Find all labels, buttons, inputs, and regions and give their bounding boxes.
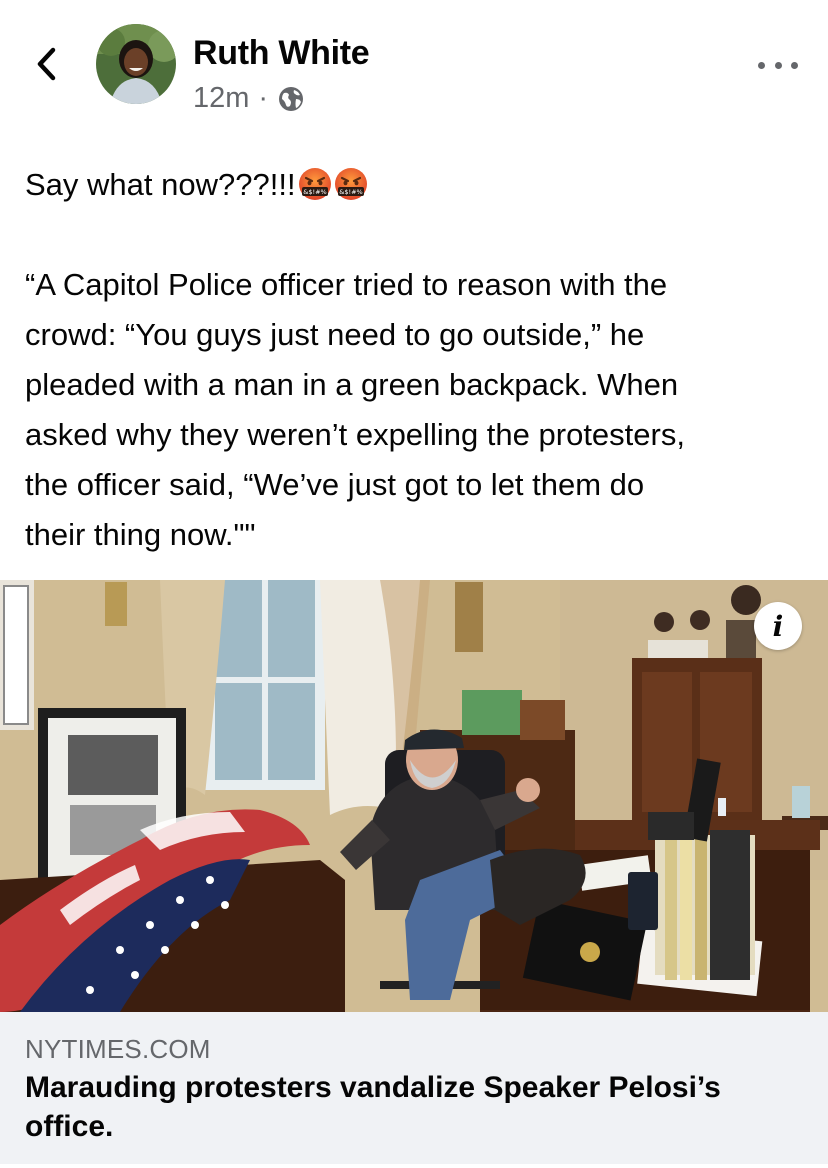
post-line: Say what now???!!! &$!#% &$!#%	[25, 160, 805, 210]
svg-text:&$!#%: &$!#%	[303, 188, 326, 196]
meta-separator: ·	[258, 82, 269, 114]
more-options-button[interactable]	[758, 50, 798, 80]
link-domain: NYTIMES.COM	[25, 1034, 211, 1064]
author-name[interactable]: Ruth White	[193, 34, 370, 73]
post-line: asked why they weren’t expelling the pro…	[25, 417, 685, 452]
post-line: their thing now.""	[25, 517, 256, 552]
post-line: “A Capitol Police officer tried to reaso…	[25, 267, 668, 302]
info-icon: i	[772, 609, 784, 643]
post-line: the officer said, “We’ve just got to let…	[25, 467, 645, 502]
timestamp[interactable]: 12m	[193, 82, 249, 115]
angry-emoji-icon: &$!#%	[334, 166, 368, 200]
back-button[interactable]	[26, 40, 66, 88]
chevron-left-icon	[37, 47, 56, 81]
svg-text:&$!#%: &$!#%	[339, 188, 362, 196]
more-horizontal-icon	[758, 61, 765, 69]
post-header: Ruth White 12m ·	[0, 0, 828, 130]
post-meta: 12m ·	[193, 82, 305, 115]
post-text: Say what now???!!! &$!#% &$!#% “A Capitol …	[25, 160, 805, 560]
globe-icon	[277, 85, 305, 113]
link-meta[interactable]: NYTIMES.COM Marauding protesters vandali…	[0, 1012, 828, 1164]
link-title[interactable]: Marauding protesters vandalize Speaker P…	[25, 1068, 805, 1146]
link-preview-card[interactable]: i NYTIMES.COM Marauding protesters vanda…	[0, 580, 828, 1164]
angry-emoji-icon: &$!#%	[298, 166, 332, 200]
post-line: crowd: “You guys just need to go outside…	[25, 317, 645, 352]
avatar[interactable]	[96, 24, 176, 104]
post-line: pleaded with a man in a green backpack. …	[25, 367, 679, 402]
info-button[interactable]: i	[754, 602, 802, 650]
link-preview-image[interactable]	[0, 580, 828, 1012]
